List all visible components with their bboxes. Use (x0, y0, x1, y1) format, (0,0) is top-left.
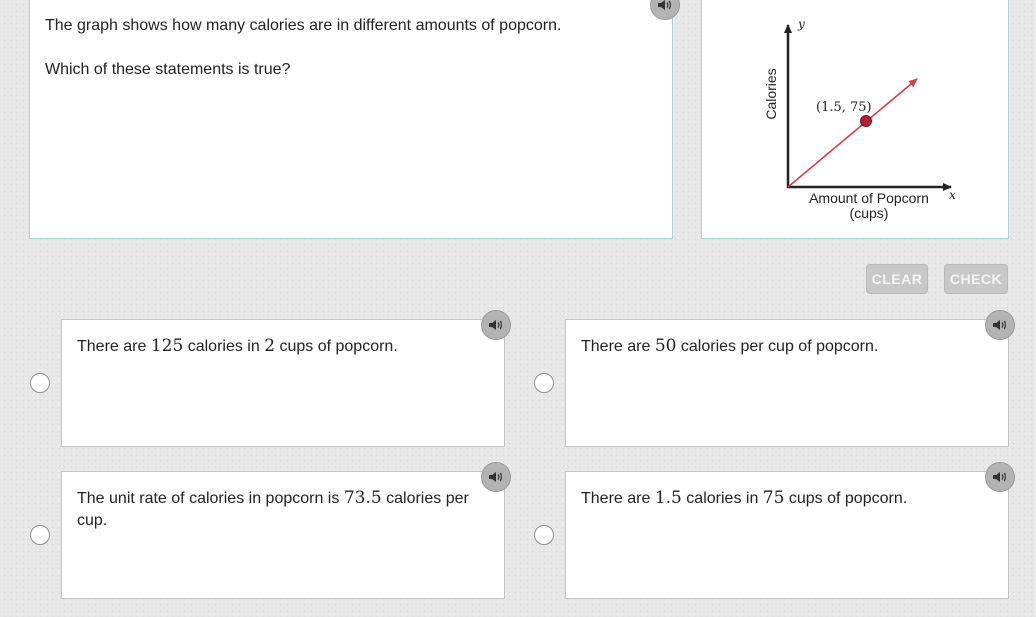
choice-2-radio[interactable] (534, 373, 554, 393)
choice-1-audio-button[interactable] (481, 310, 511, 340)
choice-3-radio[interactable] (30, 525, 50, 545)
y-axis-label: Calories (763, 68, 779, 119)
choice-1-radio[interactable] (30, 373, 50, 393)
choice-4-audio-button[interactable] (985, 462, 1015, 492)
point-label: (1.5, 75) (816, 100, 872, 115)
choice-3-card[interactable]: The unit rate of calories in popcorn is … (61, 462, 511, 599)
question-prompt: Which of these statements is true? (45, 61, 291, 78)
choice-1-card[interactable]: There are 125 calories in 2 cups of popc… (61, 310, 511, 447)
question-panel: The graph shows how many calories are in… (29, 0, 673, 239)
x-axis-label: Amount of Popcorn (809, 190, 929, 206)
choice-2-text: There are 50 calories per cup of popcorn… (581, 336, 879, 356)
y-axis-var: y (797, 17, 805, 31)
speaker-icon (993, 320, 1006, 330)
speaker-icon (489, 472, 502, 482)
graph-panel: (1.5, 75) y x Calories Amount of Popcorn… (701, 0, 1009, 239)
choice-2-card[interactable]: There are 50 calories per cup of popcorn… (565, 310, 1015, 447)
choice-1-text: There are 125 calories in 2 cups of popc… (77, 336, 398, 356)
speaker-icon (489, 320, 502, 330)
speaker-icon (993, 472, 1006, 482)
speaker-icon (658, 0, 671, 10)
data-line (787, 78, 918, 188)
choice-4-card[interactable]: There are 1.5 calories in 75 cups of pop… (565, 462, 1015, 599)
question-intro: The graph shows how many calories are in… (45, 17, 562, 34)
choice-4-text: There are 1.5 calories in 75 cups of pop… (581, 488, 908, 508)
x-axis-unit-label: (cups) (850, 205, 889, 221)
clear-button[interactable]: CLEAR (866, 264, 928, 294)
x-axis-var: x (949, 188, 956, 202)
choice-3-text: The unit rate of calories in popcorn is … (77, 488, 469, 529)
choice-3-audio-button[interactable] (481, 462, 511, 492)
choice-4-radio[interactable] (534, 525, 554, 545)
check-button[interactable]: CHECK (944, 264, 1008, 294)
popcorn-graph: (1.5, 75) y x Calories Amount of Popcorn… (763, 17, 956, 221)
data-point (860, 115, 872, 127)
choice-2-audio-button[interactable] (985, 310, 1015, 340)
